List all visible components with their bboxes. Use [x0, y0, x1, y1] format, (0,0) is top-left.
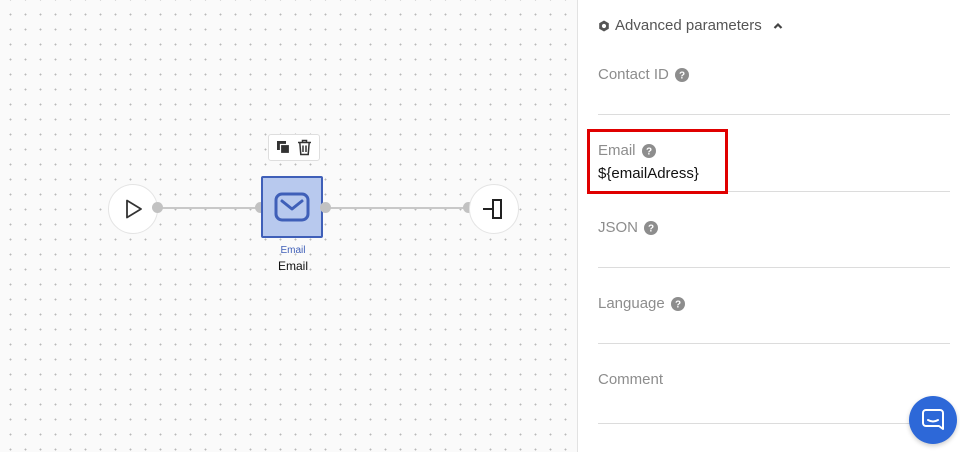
properties-panel: Advanced parameters Contact ID ? Email ?… [578, 0, 960, 452]
end-icon [481, 197, 507, 221]
advanced-parameters-toggle[interactable]: Advanced parameters [598, 17, 783, 34]
email-node[interactable] [261, 176, 323, 238]
contact-id-label: Contact ID [598, 66, 669, 83]
copy-icon[interactable] [276, 140, 291, 155]
connector-start-email [158, 207, 261, 209]
end-node[interactable] [469, 184, 519, 234]
svg-text:?: ? [679, 70, 685, 81]
language-label: Language [598, 295, 665, 312]
chat-icon [921, 408, 945, 432]
comment-field[interactable]: Comment [598, 371, 918, 424]
help-icon[interactable]: ? [644, 220, 659, 235]
play-icon [122, 198, 144, 220]
email-field-highlight [587, 129, 728, 194]
gear-icon [598, 20, 610, 32]
envelope-icon [274, 192, 310, 222]
contact-id-field[interactable]: Contact ID ? [598, 66, 950, 115]
comment-label: Comment [598, 371, 664, 388]
svg-text:?: ? [675, 299, 681, 310]
language-field[interactable]: Language ? [598, 295, 950, 344]
node-toolbar [268, 134, 320, 161]
help-icon[interactable]: ? [670, 296, 685, 311]
connector-email-end [326, 207, 468, 209]
json-label: JSON [598, 219, 639, 236]
svg-text:?: ? [648, 223, 654, 234]
trash-icon[interactable] [297, 139, 312, 156]
email-output-port[interactable] [320, 202, 331, 213]
start-node[interactable] [108, 184, 158, 234]
flow-canvas[interactable]: Email Email [0, 0, 578, 452]
advanced-parameters-label: Advanced parameters [615, 17, 762, 34]
chat-button[interactable] [909, 396, 957, 444]
json-field[interactable]: JSON ? [598, 219, 950, 268]
node-name-label: Email [277, 259, 308, 273]
chevron-up-icon [773, 22, 783, 30]
start-output-port[interactable] [152, 202, 163, 213]
node-type-label: Email [280, 245, 306, 256]
help-icon[interactable]: ? [674, 67, 689, 82]
